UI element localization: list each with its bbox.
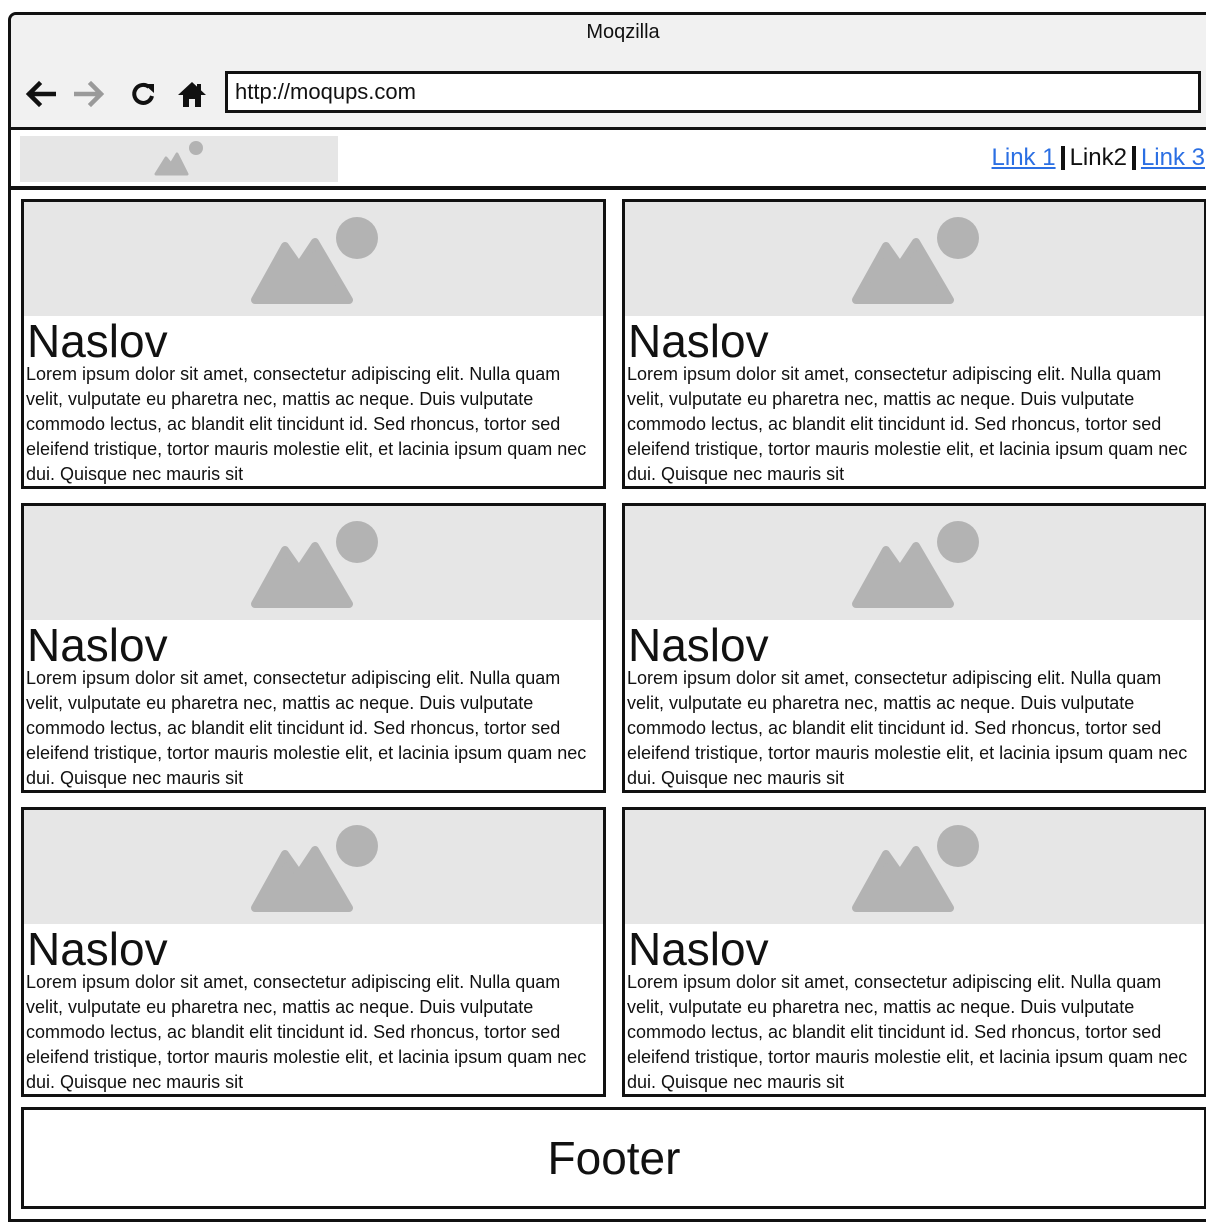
arrow-right-icon [74, 80, 105, 108]
card-title: Naslov [27, 315, 168, 367]
image-placeholder-icon [251, 217, 378, 304]
image-placeholder-icon [852, 825, 979, 912]
nav-separator [1131, 146, 1136, 170]
card-body: Lorem ipsum dolor sit amet, consectetur … [26, 668, 587, 788]
content-card: Naslov Lorem ipsum dolor sit amet, conse… [622, 199, 1206, 489]
content-card: Naslov Lorem ipsum dolor sit amet, conse… [21, 807, 606, 1097]
site-footer: Footer [21, 1107, 1206, 1209]
card-title: Naslov [628, 315, 769, 367]
content-card: Naslov Lorem ipsum dolor sit amet, conse… [21, 503, 606, 793]
card-body: Lorem ipsum dolor sit amet, consectetur … [627, 364, 1188, 484]
image-placeholder-icon [251, 521, 378, 608]
nav-separator [1060, 146, 1065, 170]
card-title: Naslov [27, 923, 168, 975]
card-title: Naslov [27, 619, 168, 671]
card-title: Naslov [628, 619, 769, 671]
window-title-text: Moqzilla [586, 21, 660, 43]
content-card: Naslov Lorem ipsum dolor sit amet, conse… [622, 807, 1206, 1097]
header-nav: Link 1 Link2 Link 3 [992, 144, 1205, 172]
card-image-placeholder [625, 506, 1204, 620]
nav-link-1[interactable]: Link 1 [992, 144, 1056, 172]
nav-link-2[interactable]: Link2 [1070, 144, 1127, 172]
home-button[interactable] [175, 77, 209, 111]
content-card: Naslov Lorem ipsum dolor sit amet, conse… [622, 503, 1206, 793]
image-placeholder-icon [852, 217, 979, 304]
card-image-placeholder [625, 810, 1204, 924]
card-body: Lorem ipsum dolor sit amet, consectetur … [627, 972, 1188, 1092]
card-body: Lorem ipsum dolor sit amet, consectetur … [26, 972, 587, 1092]
card-image-placeholder [625, 202, 1204, 316]
window-title: Moqzilla [11, 21, 1206, 44]
reload-icon [132, 82, 154, 105]
card-title: Naslov [628, 923, 769, 975]
card-body: Lorem ipsum dolor sit amet, consectetur … [627, 668, 1188, 788]
home-icon [178, 82, 206, 107]
image-placeholder-icon [251, 825, 378, 912]
site-header: Link 1 Link2 Link 3 [11, 130, 1206, 190]
card-image-placeholder [24, 202, 603, 316]
content-card: Naslov Lorem ipsum dolor sit amet, conse… [21, 199, 606, 489]
card-image-placeholder [24, 506, 603, 620]
card-image-placeholder [24, 810, 603, 924]
footer-label: Footer [547, 1132, 681, 1184]
card-body: Lorem ipsum dolor sit amet, consectetur … [26, 364, 587, 484]
image-placeholder-icon [852, 521, 979, 608]
browser-chrome: Moqzilla [11, 15, 1206, 130]
reload-button[interactable] [127, 77, 161, 111]
address-bar-input[interactable] [225, 71, 1201, 113]
back-button[interactable] [23, 77, 57, 111]
logo-placeholder[interactable] [20, 136, 338, 182]
arrow-left-icon [25, 80, 56, 108]
nav-link-3[interactable]: Link 3 [1141, 144, 1205, 172]
image-placeholder-icon [154, 141, 203, 176]
browser-window: Moqzilla http://moqups.com Link 1 Link2 … [8, 12, 1206, 1222]
forward-button[interactable] [73, 77, 107, 111]
